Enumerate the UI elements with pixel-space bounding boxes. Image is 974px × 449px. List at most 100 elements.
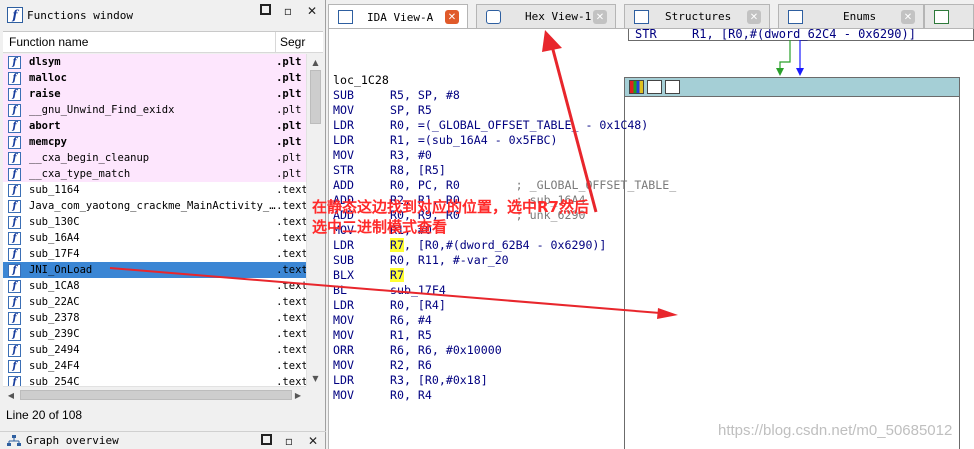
tab-structures[interactable]: Structures ✕	[624, 4, 770, 28]
tab-label: IDA View-A	[367, 10, 434, 24]
function-name: sub_2378	[29, 312, 80, 324]
function-icon: f	[8, 55, 21, 69]
function-icon: f	[8, 199, 21, 213]
graph-overview-titlebar[interactable]: Graph overview ▫ ✕	[0, 431, 326, 449]
code-line[interactable]: LDR R0, =(_GLOBAL_OFFSET_TABLE_ - 0x1C48)	[333, 118, 676, 133]
scroll-up-arrow-icon[interactable]: ▲	[307, 54, 324, 70]
function-name: Java_com_yaotong_crackme_MainActivity_…	[29, 200, 276, 212]
code-line[interactable]: BLX R7	[333, 268, 676, 283]
function-row[interactable]: f raise .plt	[3, 86, 306, 102]
tab-enums[interactable]: Enums ✕	[778, 4, 924, 28]
function-row[interactable]: f abort .plt	[3, 118, 306, 134]
graph-close-button[interactable]: ✕	[306, 434, 320, 448]
function-row[interactable]: f sub_1164 .text	[3, 182, 306, 198]
functions-list[interactable]: f dlsym .plt f malloc .plt f raise .plt f __gnu_Un…	[3, 54, 306, 386]
function-icon: f	[8, 263, 21, 277]
function-row[interactable]: f sub_17F4 .text	[3, 246, 306, 262]
close-tab-icon[interactable]: ✕	[747, 10, 761, 24]
scroll-thumb[interactable]	[310, 70, 321, 124]
code-line[interactable]: LDR R0, [R4]	[333, 298, 676, 313]
code-line[interactable]: LDR R3, [R0,#0x18]	[333, 373, 676, 388]
code-line[interactable]: ORR R6, R6, #0x10000	[333, 343, 676, 358]
highlighted-register[interactable]: R7	[390, 268, 404, 282]
tab-label: Hex View-1	[525, 10, 592, 23]
function-icon: f	[8, 295, 21, 309]
operands: R0, [R4]	[390, 298, 446, 312]
code-line[interactable]: STR R1, [R0,#(dword_62C4 - 0x6290)]	[635, 29, 916, 41]
close-tab-icon[interactable]: ✕	[901, 10, 915, 24]
float-window-button[interactable]	[260, 4, 271, 15]
code-line[interactable]: SUB R5, SP, #8	[333, 88, 676, 103]
function-name: sub_16A4	[29, 232, 80, 244]
function-icon: f	[8, 183, 21, 197]
function-row[interactable]: f sub_2378 .text	[3, 310, 306, 326]
mnemonic: LDR	[333, 298, 354, 312]
function-segment: .text	[276, 376, 306, 386]
function-row[interactable]: f sub_22AC .text	[3, 294, 306, 310]
function-segment: .text	[276, 280, 306, 292]
tab-ida-view-a[interactable]: IDA View-A ✕	[328, 4, 468, 29]
graph-restore-button[interactable]: ▫	[282, 434, 296, 448]
graph-float-button[interactable]	[261, 434, 272, 445]
mnemonic: LDR	[333, 133, 354, 147]
function-row[interactable]: f Java_com_yaotong_crackme_MainActivity_……	[3, 198, 306, 214]
mnemonic: ADD	[333, 178, 354, 192]
function-row[interactable]: f __cxa_type_match .plt	[3, 166, 306, 182]
code-line[interactable]: STR R8, [R5]	[333, 163, 676, 178]
tab-imports[interactable]	[924, 4, 974, 28]
function-row[interactable]: f sub_254C .text	[3, 374, 306, 386]
function-segment: .text	[276, 216, 306, 228]
ida-view-a-graph[interactable]: STR R1, [R0,#(dword_62C4 - 0x6290)] loc_1…	[328, 28, 974, 449]
function-row[interactable]: f sub_2494 .text	[3, 342, 306, 358]
function-row[interactable]: f memcpy .plt	[3, 134, 306, 150]
function-row[interactable]: f dlsym .plt	[3, 54, 306, 70]
code-line[interactable]: BL sub_17F4	[333, 283, 676, 298]
tab-hex-view-1[interactable]: Hex View-1 ✕	[476, 4, 616, 28]
function-row[interactable]: f sub_239C .text	[3, 326, 306, 342]
function-icon: f	[8, 167, 21, 181]
scroll-right-arrow-icon[interactable]: ▶	[290, 387, 306, 403]
graph-overview-title: Graph overview	[26, 434, 119, 447]
hscroll-thumb[interactable]	[20, 390, 292, 400]
function-row[interactable]: f __gnu_Unwind_Find_exidx .plt	[3, 102, 306, 118]
scroll-down-arrow-icon[interactable]: ▼	[307, 370, 324, 386]
mnemonic: MOV	[333, 103, 354, 117]
scroll-left-arrow-icon[interactable]: ◀	[3, 387, 19, 403]
code-line[interactable]: MOV SP, R5	[333, 103, 676, 118]
function-segment: .plt	[276, 152, 302, 164]
function-row[interactable]: f __cxa_begin_cleanup .plt	[3, 150, 306, 166]
function-name: JNI_OnLoad	[29, 264, 93, 276]
function-row[interactable]: f JNI_OnLoad .text	[3, 262, 306, 278]
mnemonic: MOV	[333, 388, 354, 402]
previous-code-block[interactable]: STR R1, [R0,#(dword_62C4 - 0x6290)]	[628, 29, 974, 41]
function-row[interactable]: f sub_1CA8 .text	[3, 278, 306, 294]
disassembly-listing[interactable]: loc_1C28 SUB R5, SP, #8 MOV SP, R5 LDR R0, =(…	[333, 73, 676, 403]
function-icon: f	[8, 247, 21, 261]
code-line[interactable]: MOV R1, R5	[333, 328, 676, 343]
code-label[interactable]: loc_1C28	[333, 73, 676, 88]
restore-window-button[interactable]: ▫	[281, 4, 295, 18]
close-tab-icon[interactable]: ✕	[593, 10, 607, 24]
code-line[interactable]: LDR R7, [R0,#(dword_62B4 - 0x6290)]	[333, 238, 676, 253]
function-icon: f	[8, 103, 21, 117]
code-line[interactable]: SUB R0, R11, #-var_20	[333, 253, 676, 268]
code-line[interactable]: MOV R3, #0	[333, 148, 676, 163]
functions-list-horizontal-scrollbar[interactable]: ◀ ▶	[3, 386, 306, 403]
code-line[interactable]: MOV R0, R4	[333, 388, 676, 403]
highlighted-register[interactable]: R7	[390, 238, 404, 252]
close-window-button[interactable]: ✕	[305, 4, 319, 18]
enums-icon	[788, 9, 803, 24]
close-tab-icon[interactable]: ✕	[445, 10, 459, 24]
view-tab-bar: IDA View-A ✕ Hex View-1 ✕ Structures ✕ E…	[328, 4, 974, 29]
code-line[interactable]: ADD R0, PC, R0 ; _GLOBAL_OFFSET_TABLE_	[333, 178, 676, 193]
code-line[interactable]: MOV R6, #4	[333, 313, 676, 328]
function-row[interactable]: f sub_24F4 .text	[3, 358, 306, 374]
code-line[interactable]: LDR R1, =(sub_16A4 - 0x5FBC)	[333, 133, 676, 148]
function-row[interactable]: f sub_130C .text	[3, 214, 306, 230]
column-header-segment[interactable]: Segr	[276, 32, 305, 52]
code-line[interactable]: MOV R2, R6	[333, 358, 676, 373]
function-row[interactable]: f sub_16A4 .text	[3, 230, 306, 246]
function-row[interactable]: f malloc .plt	[3, 70, 306, 86]
column-header-function-name[interactable]: Function name	[3, 32, 276, 52]
mnemonic: ORR	[333, 343, 354, 357]
